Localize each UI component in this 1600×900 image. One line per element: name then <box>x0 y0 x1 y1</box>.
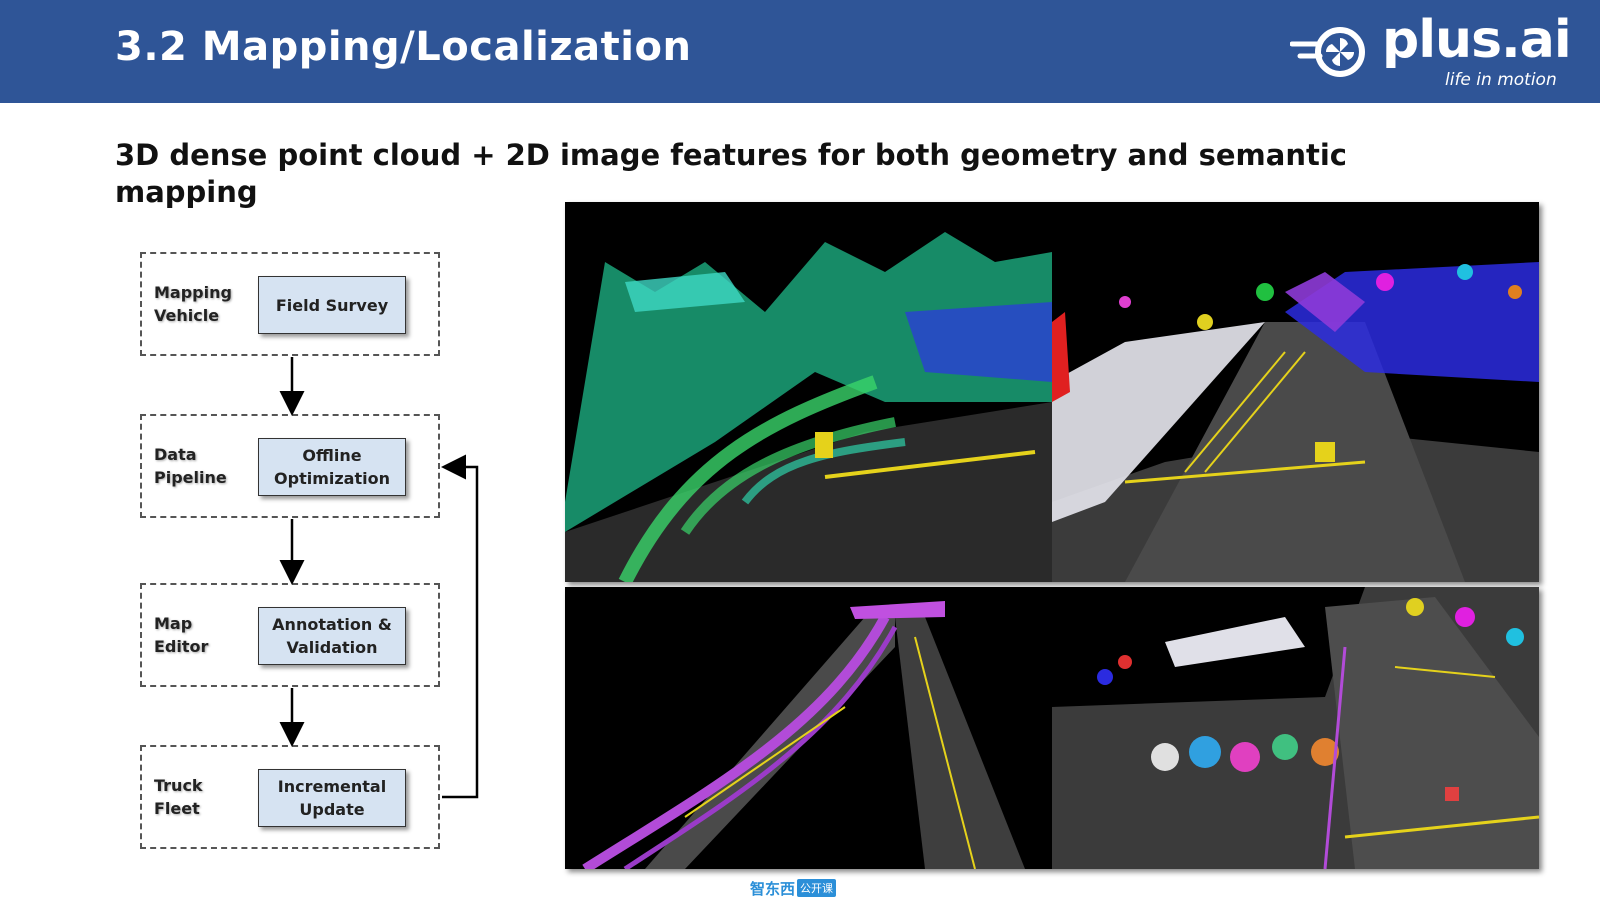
point-cloud-image-top <box>565 202 1539 582</box>
point-cloud-bottom-graphic <box>565 587 1539 869</box>
plus-ai-logo: plus.ai life in motion <box>1290 10 1580 96</box>
watermark-brand: 智东西 <box>750 879 796 898</box>
watermark-tag: 公开课 <box>797 879 837 897</box>
point-cloud-top-graphic <box>565 202 1539 582</box>
logo-wordmark: plus.ai <box>1382 10 1572 70</box>
feedback-arrow <box>441 454 479 799</box>
watermark: 智东西 公开课 <box>750 878 837 898</box>
point-cloud-image-bottom <box>565 587 1539 869</box>
plus-ai-logo-icon <box>1290 27 1365 77</box>
flow-arrows <box>279 357 479 799</box>
logo-tagline: life in motion <box>1445 70 1557 90</box>
